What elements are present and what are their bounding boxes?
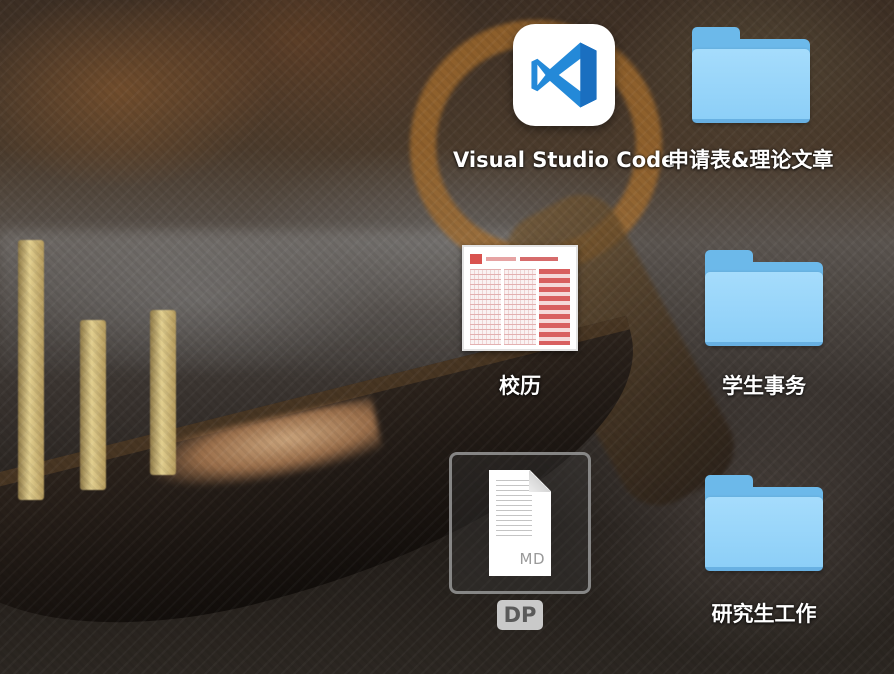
vscode-logo: [531, 42, 597, 108]
desktop-icon-frame: [693, 226, 835, 370]
desktop-item-label[interactable]: 学生事务: [718, 372, 810, 400]
desktop-item-label[interactable]: 申请表&理论文章: [664, 146, 837, 174]
desktop-item-folder-graduate-work[interactable]: 研究生工作: [693, 452, 835, 628]
folder-icon[interactable]: [705, 250, 823, 346]
desktop-item-vscode[interactable]: Visual Studio Code: [449, 8, 679, 174]
desktop-item-folder-applications[interactable]: 申请表&理论文章: [664, 8, 837, 174]
desktop-icon-frame: [680, 8, 822, 142]
desktop-item-calendar[interactable]: 校历: [449, 226, 591, 400]
desktop-item-folder-student-affairs[interactable]: 学生事务: [693, 226, 835, 400]
thumbnail-header: [470, 253, 570, 265]
markdown-file-icon[interactable]: MD: [489, 470, 551, 576]
file-extension-badge: MD: [519, 550, 545, 568]
desktop-item-label[interactable]: Visual Studio Code: [449, 146, 679, 174]
desktop-item-label[interactable]: DP: [496, 600, 544, 630]
folder-icon[interactable]: [705, 475, 823, 571]
thumbnail-calendar-grid: [470, 269, 570, 345]
desktop-item-label[interactable]: 研究生工作: [708, 600, 821, 628]
desktop-item-label[interactable]: 校历: [495, 372, 545, 400]
desktop-item-dp-markdown[interactable]: MD DP: [449, 452, 591, 630]
selected-icon-frame: MD: [449, 452, 591, 594]
desktop-icon-frame: [449, 226, 591, 370]
desktop-icon-frame: [693, 452, 835, 594]
desktop-icon-frame: [493, 8, 635, 142]
vscode-icon[interactable]: [513, 24, 616, 126]
document-page-fold: [529, 470, 551, 492]
calendar-thumbnail-icon[interactable]: [462, 245, 578, 351]
folder-icon[interactable]: [691, 27, 810, 123]
document-text-lines: [496, 480, 532, 536]
